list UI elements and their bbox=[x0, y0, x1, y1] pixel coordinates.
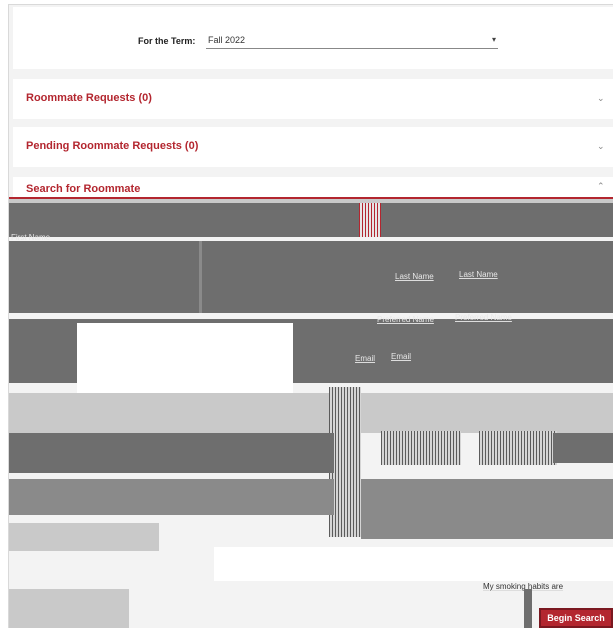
search-form: First Name Last Name Last Name Preferred… bbox=[9, 197, 613, 628]
form-row bbox=[381, 431, 461, 465]
form-row bbox=[361, 479, 613, 539]
search-roommate-title: Search for Roommate bbox=[26, 183, 141, 195]
caret-down-icon: ▾ bbox=[491, 35, 496, 44]
form-row bbox=[9, 523, 159, 551]
divider bbox=[524, 589, 532, 628]
form-row bbox=[553, 433, 613, 463]
photo-placeholder bbox=[77, 323, 293, 393]
chevron-down-icon: ⌄ bbox=[597, 141, 605, 151]
form-row bbox=[479, 431, 557, 465]
form-row bbox=[9, 393, 613, 433]
term-select[interactable]: Fall 2022 ▾ bbox=[206, 31, 498, 49]
term-label: For the Term: bbox=[138, 36, 196, 46]
last-name-label: Last Name bbox=[395, 272, 434, 281]
email-input[interactable]: Email bbox=[391, 352, 411, 361]
pending-requests-accordion[interactable]: Pending Roommate Requests (0) ⌄ bbox=[13, 127, 613, 167]
email-label: Email bbox=[355, 354, 376, 363]
last-name-input[interactable]: Last Name bbox=[459, 270, 498, 279]
form-row bbox=[214, 547, 613, 581]
app-frame: For the Term: Fall 2022 ▾ Roommate Reque… bbox=[8, 4, 613, 628]
preferred-name-input[interactable]: Preferred Name bbox=[455, 313, 512, 322]
form-row bbox=[9, 203, 359, 237]
roommate-requests-title: Roommate Requests (0) bbox=[26, 92, 152, 104]
term-select-value: Fall 2022 bbox=[208, 35, 246, 45]
form-row bbox=[9, 433, 334, 473]
first-name-field[interactable] bbox=[9, 241, 199, 313]
pending-requests-title: Pending Roommate Requests (0) bbox=[26, 140, 199, 152]
begin-search-button[interactable]: Begin Search bbox=[539, 608, 613, 628]
term-panel: For the Term: Fall 2022 ▾ bbox=[13, 7, 613, 69]
chevron-up-icon: ⌃ bbox=[597, 181, 605, 191]
form-row bbox=[9, 479, 334, 515]
chevron-down-icon: ⌄ bbox=[597, 93, 605, 103]
form-row bbox=[9, 589, 129, 628]
preferred-name-label: Preferred Name bbox=[377, 315, 434, 324]
form-row bbox=[359, 203, 381, 237]
search-roommate-accordion[interactable]: Search for Roommate ⌃ bbox=[13, 177, 613, 197]
roommate-requests-accordion[interactable]: Roommate Requests (0) ⌄ bbox=[13, 79, 613, 119]
form-row bbox=[381, 203, 613, 237]
